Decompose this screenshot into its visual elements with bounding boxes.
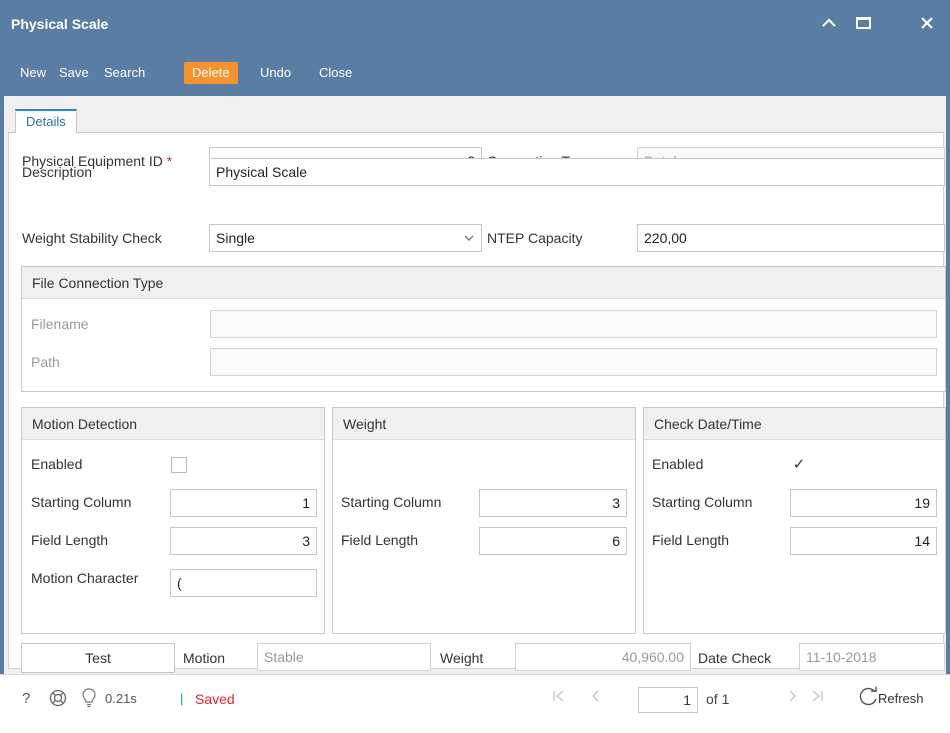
filename-label: Filename [31,316,89,332]
refresh-icon[interactable] [858,686,880,714]
weight-length-input[interactable]: 6 [479,527,627,555]
weight-length-label: Field Length [341,532,419,548]
lifebuoy-icon[interactable] [49,689,67,713]
page-count: of 1 [706,691,730,707]
collapse-button[interactable] [812,8,846,38]
tab-details[interactable]: Details [15,109,77,134]
next-page-icon[interactable] [788,689,798,709]
tab-strip: Details [8,105,944,134]
close-icon [921,17,933,29]
close-button[interactable]: Close [315,62,356,84]
motion-detection-group: Motion Detection [21,407,325,634]
datetime-enabled-checkbox[interactable]: ✓ [791,457,807,473]
test-weight-label: Weight [440,650,484,666]
motion-detection-title: Motion Detection [22,408,324,440]
stability-value: Single [216,230,255,246]
status-saved: Saved [195,691,235,707]
required-marker: * [166,153,173,169]
test-button[interactable]: Test [21,643,175,673]
motion-start-input[interactable]: 1 [170,489,317,517]
motion-char-input[interactable]: ( [170,569,317,597]
ntep-input[interactable]: 220,00 [637,224,945,252]
stability-label: Weight Stability Check [22,230,162,246]
maximize-icon [855,17,871,29]
motion-enabled-checkbox[interactable] [171,457,187,473]
test-motion-label: Motion [183,650,226,666]
check-datetime-group: Check Date/Time [643,407,946,634]
window-title: Physical Scale [11,16,109,32]
undo-button[interactable]: Undo [256,62,295,84]
test-date-value: 11-10-2018 [799,643,945,671]
lightbulb-icon[interactable] [82,688,96,714]
weight-start-label: Starting Column [341,494,442,510]
datetime-length-input[interactable]: 14 [790,527,937,555]
motion-enabled-label: Enabled [31,456,83,472]
last-page-icon[interactable] [810,689,824,709]
test-weight-value: 40,960.00 [515,643,691,671]
test-date-label: Date Check [698,650,772,666]
description-label: Description [22,164,93,180]
description-input[interactable]: Physical Scale [209,158,945,186]
test-motion-value: Stable [257,643,431,671]
weight-group: Weight [332,407,636,634]
chevron-down-icon[interactable] [457,225,481,251]
status-separator: | [180,691,184,706]
datetime-start-label: Starting Column [652,494,753,510]
title-bar: Physical Scale [0,0,950,50]
filename-input[interactable] [210,310,937,338]
motion-length-label: Field Length [31,532,109,548]
datetime-length-label: Field Length [652,532,730,548]
datetime-enabled-label: Enabled [652,456,704,472]
help-icon[interactable]: ? [22,689,30,709]
ntep-label: NTEP Capacity [487,230,583,246]
datetime-start-input[interactable]: 19 [790,489,937,517]
motion-length-input[interactable]: 3 [170,527,317,555]
motion-char-label: Motion Character [31,570,139,586]
page-input[interactable]: 1 [638,687,698,713]
delete-button[interactable]: Delete [184,62,238,84]
maximize-button[interactable] [846,8,880,38]
first-page-icon[interactable] [552,689,566,709]
file-connection-title: File Connection Type [22,267,945,299]
toolbar: New Save Search Delete Undo Close [0,50,950,96]
check-datetime-title: Check Date/Time [644,408,945,440]
load-time: 0.21s [105,691,137,706]
weight-start-input[interactable]: 3 [479,489,627,517]
new-button[interactable]: New [16,62,50,84]
prev-page-icon[interactable] [590,689,600,709]
motion-start-label: Starting Column [31,494,132,510]
chevron-up-icon [822,18,836,27]
close-window-button[interactable] [910,8,944,38]
path-label: Path [31,354,60,370]
status-bar: ? 0.21s | Saved 1 of 1 Refresh [0,674,950,733]
weight-title: Weight [333,408,635,440]
search-button[interactable]: Search [100,62,149,84]
refresh-button[interactable]: Refresh [878,689,924,709]
path-input[interactable] [210,348,937,376]
stability-select[interactable]: Single [209,224,482,252]
save-button[interactable]: Save [55,62,93,84]
